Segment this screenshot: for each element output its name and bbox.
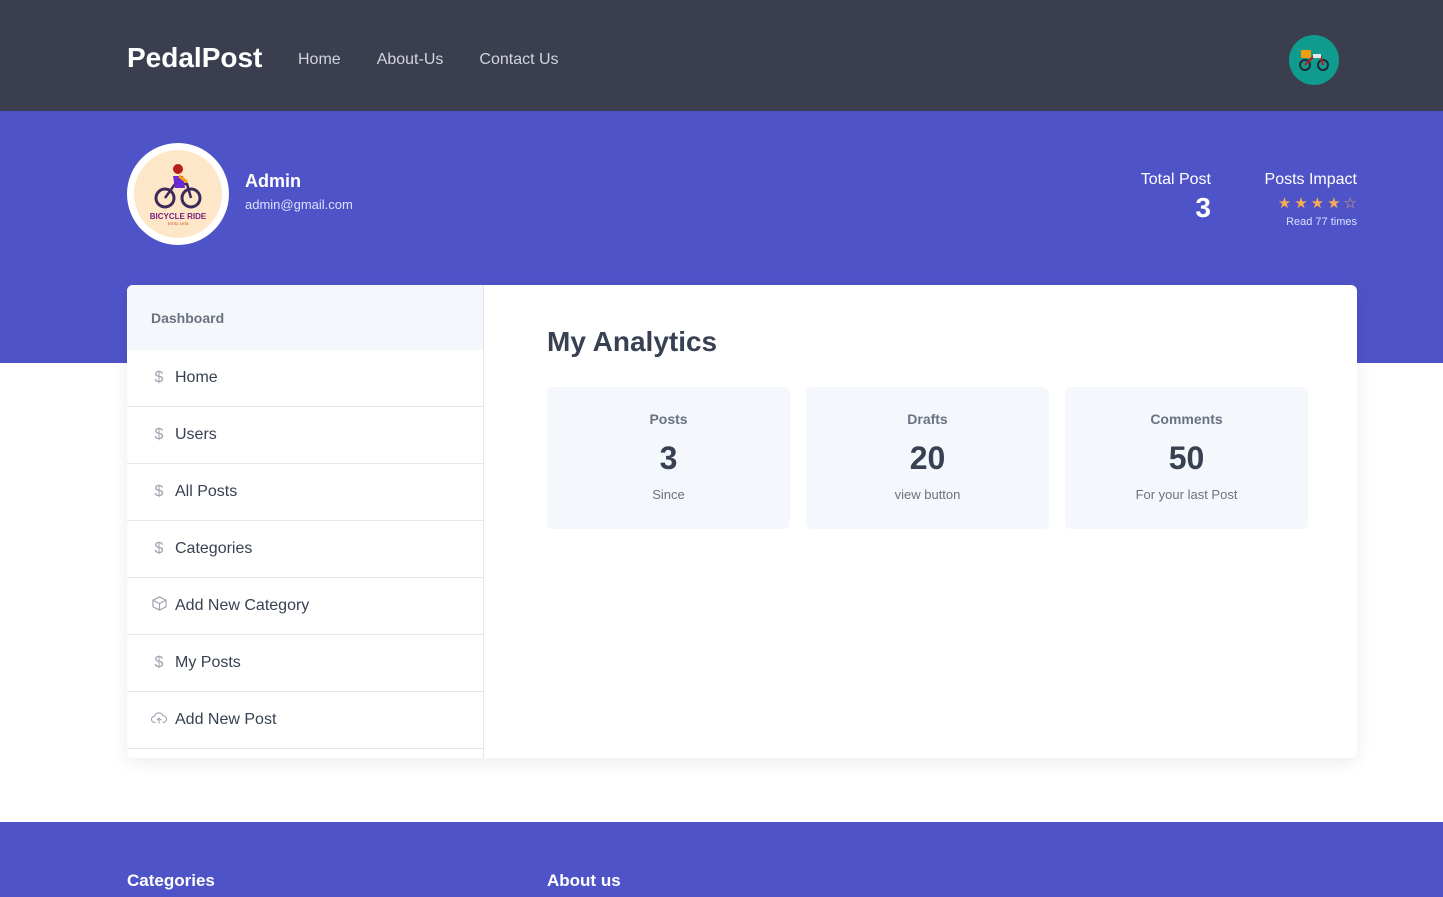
posts-tile: Posts 3 Since [547, 387, 790, 529]
reads-count: Read 77 times [1286, 216, 1357, 228]
sidebar-item-label: All Posts [175, 483, 238, 500]
tile-subtext: Since [652, 487, 685, 502]
tile-label: Posts [649, 411, 688, 427]
dollar-icon: $ [154, 369, 164, 386]
user-avatar-button[interactable] [1289, 35, 1339, 85]
box-icon [151, 596, 167, 616]
tile-subtext: For your last Post [1135, 487, 1238, 502]
upload-cloud-icon [150, 711, 168, 730]
star-filled-icon: ★ [1277, 195, 1292, 212]
bike-avatar-icon [1299, 50, 1329, 71]
nav-about-link[interactable]: About-Us [377, 49, 444, 71]
sidebar-item-my-posts[interactable]: $ My Posts [127, 635, 483, 692]
sidebar-item-home[interactable]: $ Home [127, 350, 483, 407]
avatar-logo-text: BICYCLE RIDE [149, 212, 207, 221]
profile-email: admin@gmail.com [245, 197, 353, 212]
star-empty-icon: ☆ [1343, 195, 1357, 212]
sidebar-item-label: My Posts [175, 654, 241, 671]
nav-contact-link[interactable]: Contact Us [479, 49, 558, 71]
total-post-label: Total Post [1140, 171, 1211, 188]
sidebar-item-label: Categories [175, 540, 253, 557]
tile-subtext: view button [894, 487, 961, 502]
sidebar-item-users[interactable]: $ Users [127, 407, 483, 464]
tile-value: 50 [1168, 440, 1205, 476]
sidebar-title: Dashboard [127, 285, 483, 350]
page-title: My Analytics [547, 326, 718, 357]
footer: Categories About us [0, 822, 1443, 897]
sidebar-item-add-new-category[interactable]: Add New Category [127, 578, 483, 635]
sidebar-item-label: Add New Category [175, 597, 310, 614]
star-filled-icon: ★ [1310, 195, 1325, 212]
top-navbar: PedalPost Home About-Us Contact Us [0, 0, 1443, 111]
footer-categories-title: Categories [127, 871, 215, 890]
dollar-icon: $ [154, 483, 164, 500]
sidebar-item-label: Users [175, 426, 217, 443]
tile-value: 3 [659, 440, 678, 476]
tile-value: 20 [909, 440, 946, 476]
rating-stars: ★ ★ ★ ★ ☆ [1265, 196, 1357, 212]
sidebar-item-categories[interactable]: $ Categories [127, 521, 483, 578]
avatar-logo-subtext: ESTD 1978 [167, 221, 189, 226]
total-post-value: 3 [1195, 192, 1211, 223]
profile-name: Admin [245, 171, 301, 191]
total-post-stat: Total Post 3 [1141, 170, 1211, 226]
drafts-tile: Drafts 20 view button [806, 387, 1049, 529]
tile-label: Drafts [907, 411, 948, 427]
analytics-panel: My Analytics Posts 3 Since Drafts 20 vie… [547, 325, 1309, 529]
dashboard-card: Dashboard $ Home $ Users $ All Posts $ C… [127, 285, 1357, 758]
tile-label: Comments [1150, 411, 1223, 427]
sidebar: Dashboard $ Home $ Users $ All Posts $ C… [127, 285, 484, 758]
posts-impact-stat: Posts Impact ★ ★ ★ ★ ☆ Read 77 times [1265, 170, 1357, 229]
cyclist-logo-icon [154, 164, 202, 209]
dollar-icon: $ [154, 654, 164, 671]
brand-logo[interactable]: PedalPost [127, 40, 262, 76]
dollar-icon: $ [154, 540, 164, 557]
dollar-icon: $ [154, 426, 164, 443]
sidebar-item-all-posts[interactable]: $ All Posts [127, 464, 483, 521]
comments-tile: Comments 50 For your last Post [1065, 387, 1308, 529]
sidebar-item-add-new-post[interactable]: Add New Post [127, 692, 483, 749]
sidebar-item-label: Add New Post [175, 711, 277, 728]
star-filled-icon: ★ [1294, 195, 1308, 212]
profile-avatar: BICYCLE RIDE ESTD 1978 [127, 143, 229, 245]
nav-home-link[interactable]: Home [298, 49, 341, 71]
posts-impact-label: Posts Impact [1264, 171, 1357, 188]
star-filled-icon: ★ [1327, 195, 1341, 212]
sidebar-item-label: Home [175, 369, 218, 386]
footer-about-title: About us [547, 871, 621, 890]
main-nav: Home About-Us Contact Us [298, 49, 559, 71]
analytics-tiles: Posts 3 Since Drafts 20 view button Comm… [547, 387, 1309, 529]
